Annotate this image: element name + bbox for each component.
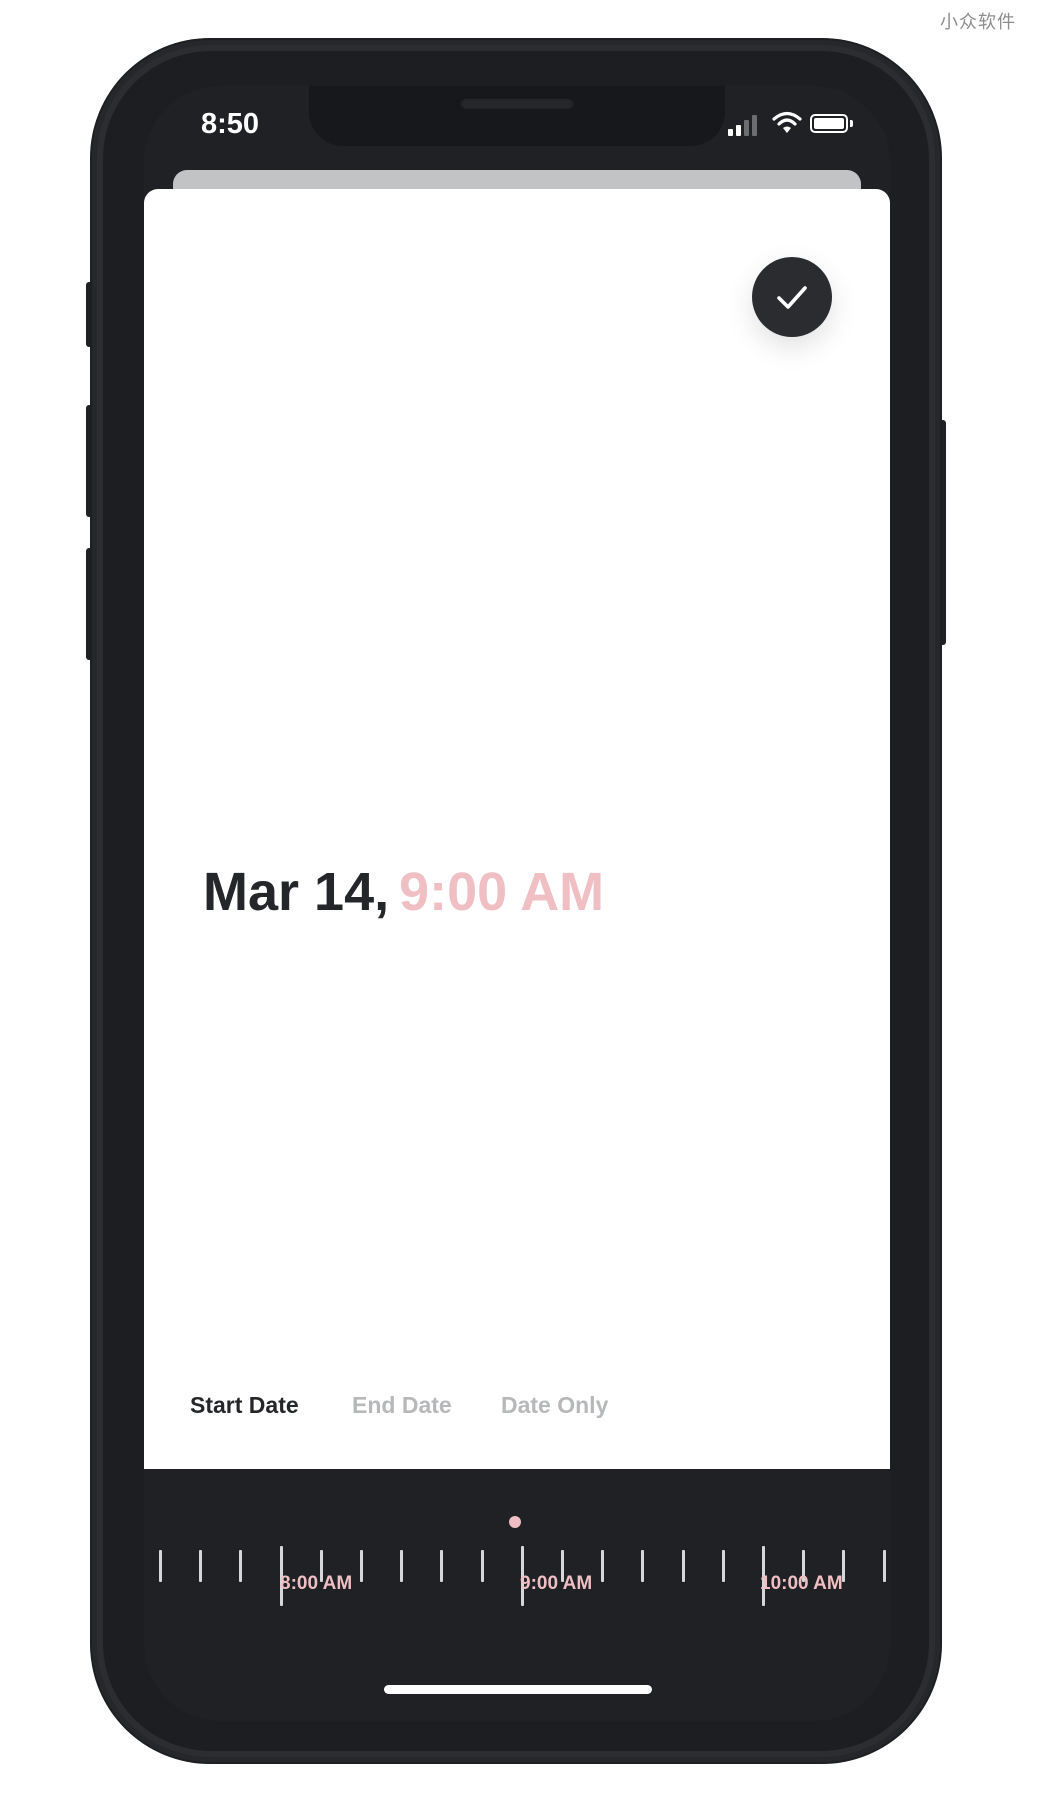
tab-end-date[interactable]: End Date [352, 1392, 452, 1419]
status-time: 8:50 [201, 108, 260, 140]
earpiece-speaker [460, 97, 574, 109]
ruler-label-9am: 9:00 AM [520, 1573, 593, 1594]
phone-screen: 8:50 Mar 14, 9:00 AM Start Date End Date… [144, 86, 890, 1721]
ruler-tick [159, 1550, 162, 1582]
battery-icon [810, 114, 848, 133]
ruler-label-8am: 8:00 AM [280, 1573, 353, 1594]
ruler-label-10am: 10:00 AM [760, 1573, 843, 1594]
wifi-icon [772, 111, 802, 133]
selected-time: 9:00 AM [399, 862, 605, 922]
status-icons [728, 110, 868, 136]
ruler-tick [440, 1550, 443, 1582]
ruler-tick [601, 1550, 604, 1582]
ruler-tick [360, 1550, 363, 1582]
watermark-text: 小众软件 [940, 12, 1016, 33]
ruler-tick [722, 1550, 725, 1582]
checkmark-icon [777, 286, 807, 309]
tab-start-date[interactable]: Start Date [190, 1392, 299, 1419]
ruler-tick [481, 1550, 484, 1582]
cellular-signal-icon [728, 110, 762, 136]
ruler-tick [641, 1550, 644, 1582]
selected-date: Mar 14, [203, 862, 390, 922]
ruler-tick [400, 1550, 403, 1582]
tab-date-only[interactable]: Date Only [501, 1392, 608, 1419]
selected-datetime: Mar 14, 9:00 AM [203, 861, 604, 923]
battery-cap [850, 120, 853, 127]
ruler-tick [883, 1550, 886, 1582]
time-ruler[interactable]: 8:00 AM 9:00 AM 10:00 AM [144, 1516, 890, 1626]
ruler-tick [239, 1550, 242, 1582]
notch [309, 86, 725, 146]
confirm-button[interactable] [752, 257, 832, 337]
ruler-tick [682, 1550, 685, 1582]
date-picker-card: Mar 14, 9:00 AM Start Date End Date Date … [144, 189, 890, 1469]
ruler-selection-indicator [509, 1516, 521, 1528]
ruler-tick [199, 1550, 202, 1582]
home-indicator[interactable] [384, 1685, 652, 1694]
